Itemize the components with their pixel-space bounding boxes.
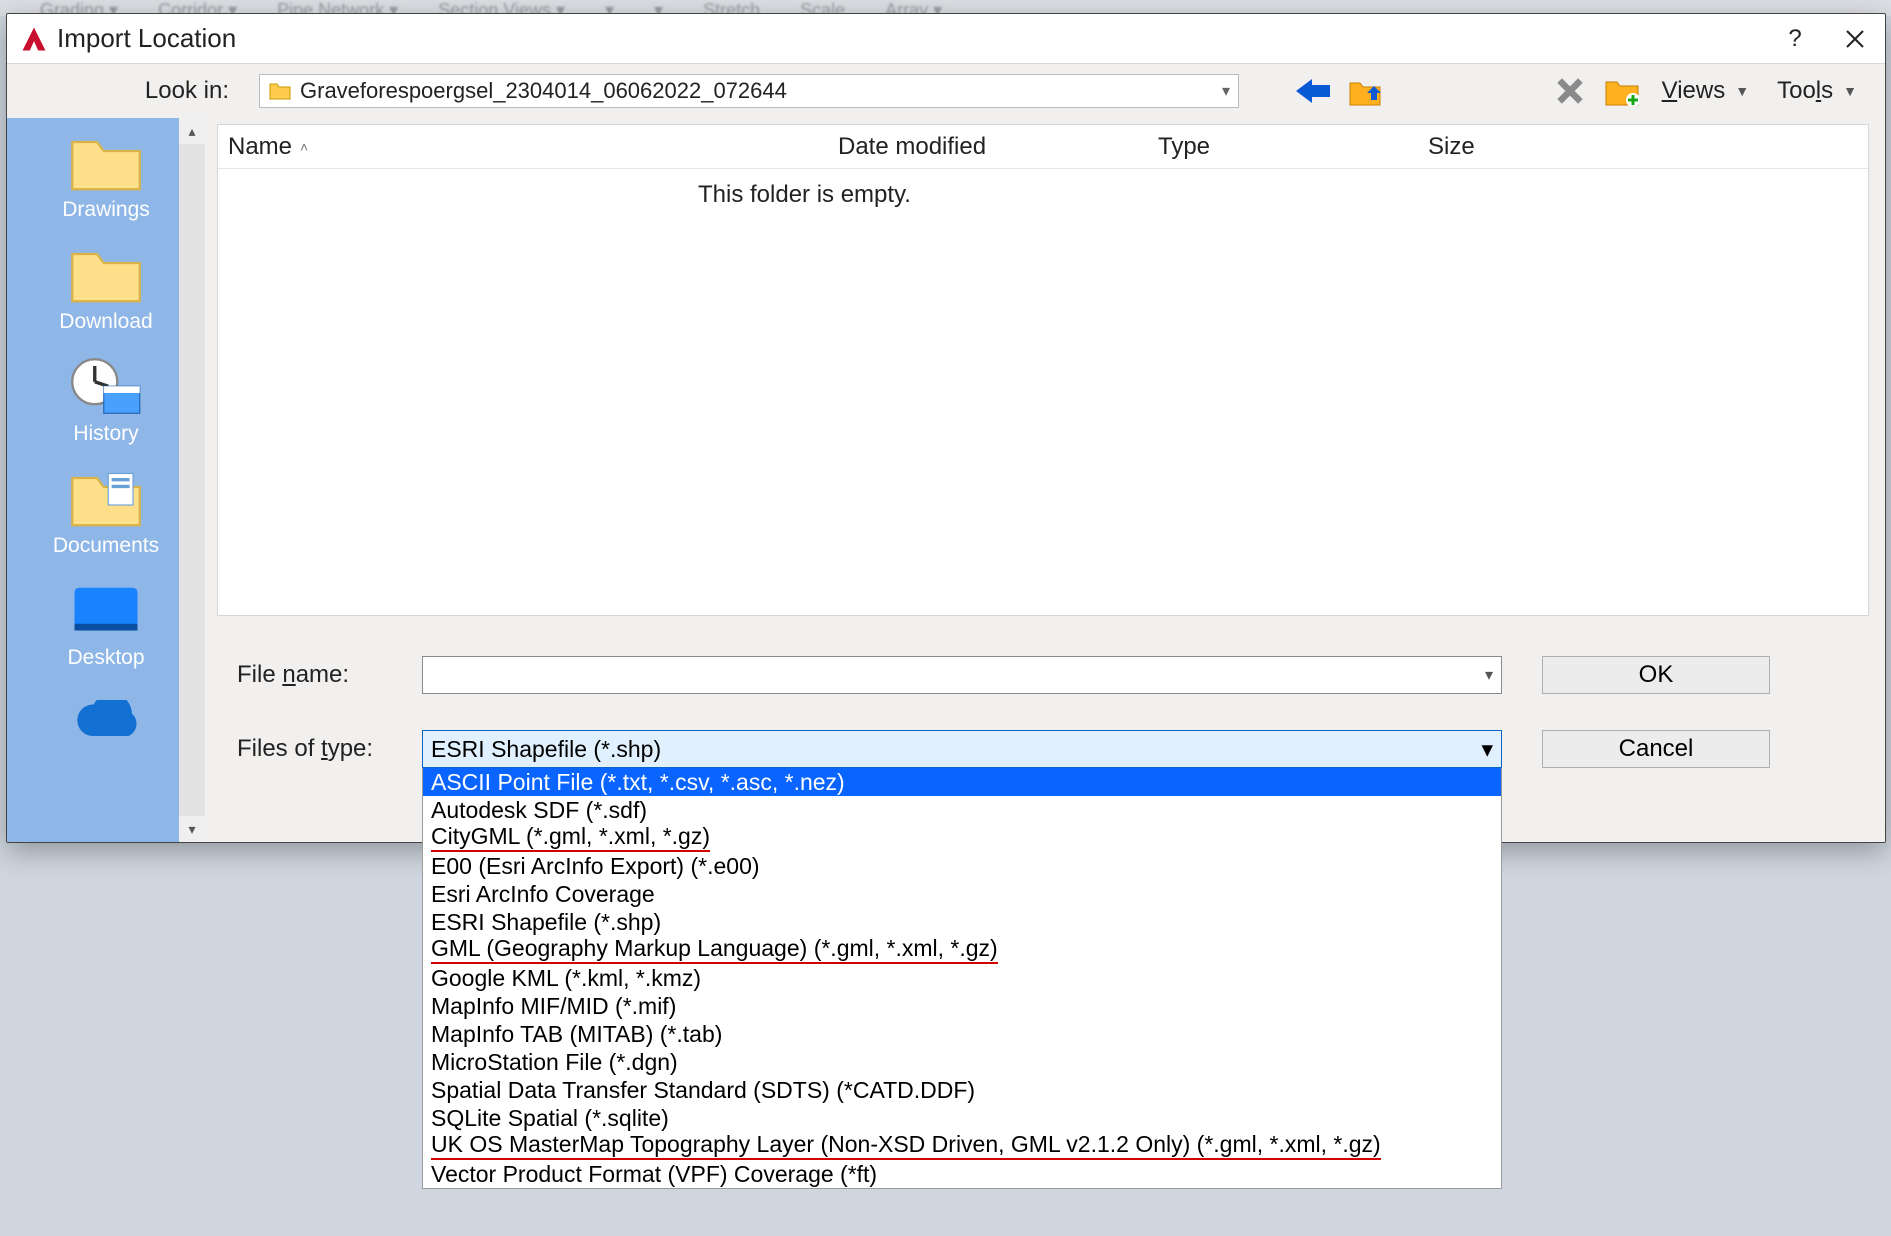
new-folder-button[interactable] (1602, 71, 1642, 111)
chevron-down-icon: ▾ (1481, 736, 1493, 763)
file-type-option[interactable]: Spatial Data Transfer Standard (SDTS) (*… (423, 1076, 1501, 1104)
file-type-option[interactable]: ASCII Point File (*.txt, *.csv, *.asc, *… (423, 768, 1501, 796)
column-size[interactable]: Size (1428, 133, 1868, 161)
back-button[interactable] (1293, 71, 1333, 111)
form-rows: File name: ▾ OK Files of type: ESRI Shap… (217, 616, 1869, 804)
file-type-option[interactable]: ESRI Shapefile (*.shp) (423, 908, 1501, 936)
file-type-option[interactable]: CityGML (*.gml, *.xml, *.gz) (423, 824, 1501, 852)
ok-button[interactable]: OK (1542, 656, 1770, 694)
docs-icon (70, 468, 142, 528)
chevron-down-icon: ▾ (1485, 665, 1493, 685)
sort-asc-icon: ˄ (300, 139, 308, 155)
tools-label: Tools (1777, 77, 1833, 105)
file-type-option[interactable]: MicroStation File (*.dgn) (423, 1048, 1501, 1076)
chevron-down-icon: ▼ (1843, 83, 1857, 99)
views-menu-button[interactable]: Views ▼ (1654, 73, 1757, 109)
file-name-label: File name: (217, 661, 422, 689)
places-item-label: Desktop (67, 646, 144, 670)
chevron-down-icon: ▼ (1735, 83, 1749, 99)
places-scrollbar[interactable]: ▴ ▾ (179, 118, 205, 842)
file-type-option[interactable]: MapInfo TAB (MITAB) (*.tab) (423, 1020, 1501, 1048)
places-item-documents[interactable]: Documents (41, 468, 171, 558)
places-item-download[interactable]: Download (41, 244, 171, 334)
back-arrow-icon (1296, 77, 1330, 105)
files-of-type-dropdown[interactable]: ASCII Point File (*.txt, *.csv, *.asc, *… (422, 768, 1502, 1189)
import-location-dialog: Import Location ? Look in: Graveforespoe… (6, 13, 1886, 843)
file-list[interactable]: Name ˄ Date modified Type Size This fold… (217, 124, 1869, 616)
close-button[interactable] (1825, 14, 1885, 64)
dialog-toolbar: Look in: Graveforespoergsel_2304014_0606… (7, 64, 1885, 118)
places-item-label: Drawings (62, 198, 150, 222)
places-bar: DrawingsDownloadHistoryDocumentsDesktop … (7, 118, 205, 842)
cancel-button[interactable]: Cancel (1542, 730, 1770, 768)
places-item-drawings[interactable]: Drawings (41, 132, 171, 222)
look-in-path: Graveforespoergsel_2304014_06062022_0726… (300, 78, 1222, 104)
places-item-label: Download (59, 310, 152, 334)
file-type-option[interactable]: Autodesk SDF (*.sdf) (423, 796, 1501, 824)
places-item-label: History (73, 422, 138, 446)
close-icon (1845, 29, 1865, 49)
dialog-body: DrawingsDownloadHistoryDocumentsDesktop … (7, 118, 1885, 842)
up-one-level-button[interactable] (1345, 71, 1385, 111)
places-item-cloud[interactable] (41, 692, 171, 758)
file-name-row: File name: ▾ OK (217, 656, 1851, 694)
file-type-option[interactable]: Vector Product Format (VPF) Coverage (*f… (423, 1160, 1501, 1188)
column-name[interactable]: Name ˄ (228, 133, 838, 161)
empty-folder-message: This folder is empty. (218, 169, 1868, 209)
file-type-option[interactable]: UK OS MasterMap Topography Layer (Non-XS… (423, 1132, 1501, 1160)
look-in-label: Look in: (7, 77, 247, 105)
dialog-title-bar: Import Location ? (7, 14, 1885, 64)
dialog-title: Import Location (57, 23, 1765, 54)
delete-x-icon (1557, 78, 1583, 104)
folder-icon (268, 79, 292, 103)
views-label: Views (1662, 77, 1726, 105)
places-item-history[interactable]: History (41, 356, 171, 446)
new-folder-icon (1605, 76, 1639, 106)
file-type-option[interactable]: SQLite Spatial (*.sqlite) (423, 1104, 1501, 1132)
file-name-input[interactable]: ▾ (422, 656, 1502, 694)
column-date-modified[interactable]: Date modified (838, 133, 1158, 161)
delete-button[interactable] (1550, 71, 1590, 111)
file-type-option[interactable]: GML (Geography Markup Language) (*.gml, … (423, 936, 1501, 964)
scroll-down-button[interactable]: ▾ (179, 816, 205, 842)
desktop-icon (70, 580, 142, 640)
file-type-option[interactable]: Esri ArcInfo Coverage (423, 880, 1501, 908)
look-in-combo[interactable]: Graveforespoergsel_2304014_06062022_0726… (259, 74, 1239, 108)
scroll-track[interactable] (179, 144, 205, 816)
cloud-icon (70, 692, 142, 752)
files-of-type-row: Files of type: ESRI Shapefile (*.shp) ▾ … (217, 730, 1851, 768)
places-item-label: Documents (53, 534, 159, 558)
files-of-type-combo[interactable]: ESRI Shapefile (*.shp) ▾ (422, 730, 1502, 768)
folder-icon (70, 132, 142, 192)
tools-menu-button[interactable]: Tools ▼ (1769, 73, 1865, 109)
file-type-option[interactable]: Google KML (*.kml, *.kmz) (423, 964, 1501, 992)
help-button[interactable]: ? (1765, 14, 1825, 64)
file-type-option[interactable]: E00 (Esri ArcInfo Export) (*.e00) (423, 852, 1501, 880)
autocad-logo-icon (21, 26, 47, 52)
places-item-desktop[interactable]: Desktop (41, 580, 171, 670)
history-icon (70, 356, 142, 416)
file-pane: Name ˄ Date modified Type Size This fold… (205, 118, 1885, 842)
column-headers[interactable]: Name ˄ Date modified Type Size (218, 125, 1868, 169)
scroll-up-button[interactable]: ▴ (179, 118, 205, 144)
files-of-type-label: Files of type: (217, 735, 422, 763)
file-type-option[interactable]: MapInfo MIF/MID (*.mif) (423, 992, 1501, 1020)
chevron-down-icon: ▾ (1222, 81, 1230, 101)
folder-up-icon (1349, 76, 1381, 106)
column-type[interactable]: Type (1158, 133, 1428, 161)
folder-icon (70, 244, 142, 304)
